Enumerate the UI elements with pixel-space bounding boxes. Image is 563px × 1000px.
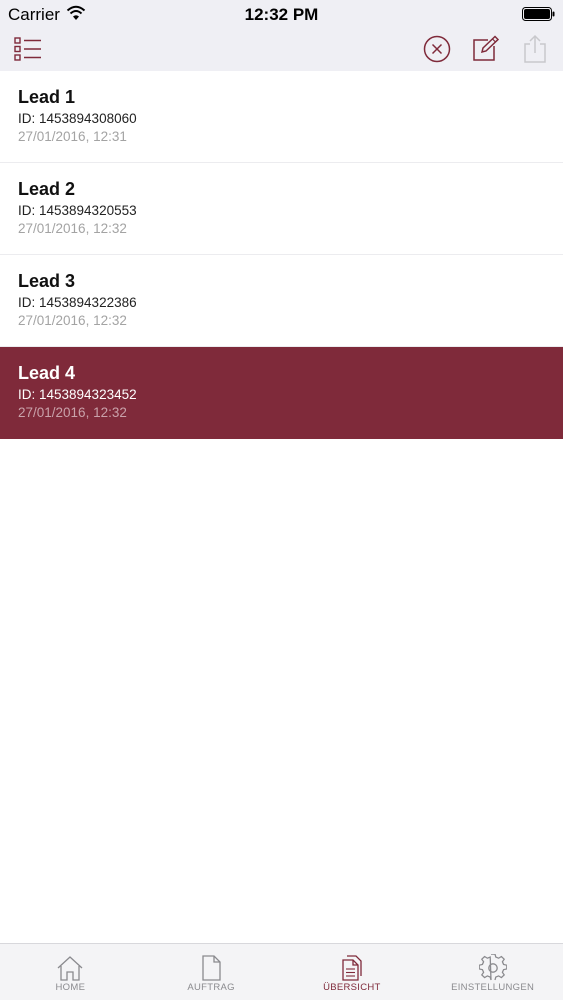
app-screen: Carrier 12:32 PM Lead 1 ID: 145389430806… bbox=[0, 0, 563, 1000]
documents-icon bbox=[342, 955, 362, 981]
tab-bar: HOME AUFTRAG ÜBERSICHT EINSTELLUNGEN bbox=[0, 943, 563, 1000]
tab-home[interactable]: HOME bbox=[0, 944, 141, 1000]
list-item[interactable]: Lead 2 ID: 1453894320553 27/01/2016, 12:… bbox=[0, 163, 563, 255]
edit-icon[interactable] bbox=[469, 33, 501, 65]
tab-auftrag[interactable]: AUFTRAG bbox=[141, 944, 282, 1000]
tab-label: AUFTRAG bbox=[187, 982, 235, 993]
lead-date: 27/01/2016, 12:32 bbox=[18, 221, 127, 236]
close-circle-icon[interactable] bbox=[421, 33, 453, 65]
lead-id: ID: 1453894308060 bbox=[18, 111, 137, 126]
battery-icon bbox=[522, 7, 555, 21]
lead-title: Lead 4 bbox=[18, 363, 76, 383]
lead-id: ID: 1453894322386 bbox=[18, 295, 137, 310]
list-item-selected[interactable]: Lead 4 ID: 1453894323452 27/01/2016, 12:… bbox=[0, 347, 563, 439]
clock: 12:32 PM bbox=[244, 5, 319, 24]
lead-date: 27/01/2016, 12:31 bbox=[18, 129, 127, 144]
tab-label: EINSTELLUNGEN bbox=[451, 982, 535, 993]
lead-id: ID: 1453894323452 bbox=[18, 387, 137, 402]
lead-title: Lead 1 bbox=[18, 87, 76, 107]
list-item[interactable]: Lead 3 ID: 1453894322386 27/01/2016, 12:… bbox=[0, 255, 563, 347]
tab-uebersicht[interactable]: ÜBERSICHT bbox=[282, 944, 423, 1000]
lead-title: Lead 2 bbox=[18, 179, 76, 199]
lead-date: 27/01/2016, 12:32 bbox=[18, 313, 127, 328]
tab-einstellungen[interactable]: EINSTELLUNGEN bbox=[422, 944, 563, 1000]
document-icon bbox=[202, 955, 221, 981]
lead-id: ID: 1453894320553 bbox=[18, 203, 137, 218]
tab-label: HOME bbox=[55, 982, 86, 993]
list-item[interactable]: Lead 1 ID: 1453894308060 27/01/2016, 12:… bbox=[0, 71, 563, 163]
lead-date: 27/01/2016, 12:32 bbox=[18, 405, 127, 420]
share-icon[interactable] bbox=[519, 33, 551, 65]
gear-icon bbox=[478, 954, 507, 981]
list-icon[interactable] bbox=[12, 33, 44, 65]
status-bar: Carrier 12:32 PM bbox=[0, 0, 563, 28]
lead-list: Lead 1 ID: 1453894308060 27/01/2016, 12:… bbox=[0, 71, 563, 439]
nav-bar bbox=[0, 28, 563, 71]
lead-title: Lead 3 bbox=[18, 271, 76, 291]
home-icon bbox=[57, 956, 83, 981]
tab-label: ÜBERSICHT bbox=[323, 982, 381, 993]
